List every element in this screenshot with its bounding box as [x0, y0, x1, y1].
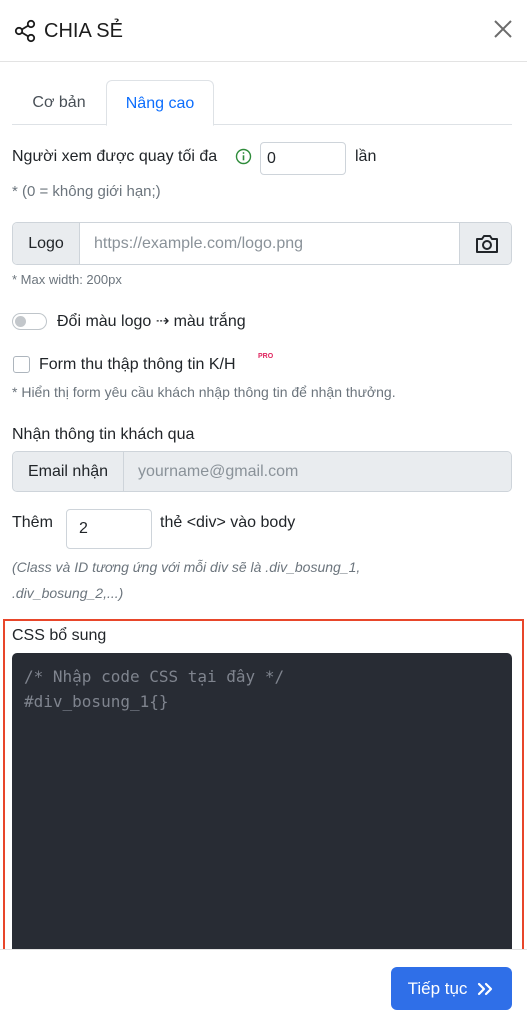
logo-upload-button[interactable]: [459, 223, 511, 264]
continue-button[interactable]: Tiếp tục: [391, 967, 512, 1010]
share-icon: [14, 19, 36, 43]
receive-label: Nhận thông tin khách qua: [12, 426, 195, 443]
max-views-hint: * (0 = không giới hạn;): [12, 183, 161, 200]
tab-basic[interactable]: Cơ bản: [12, 80, 106, 126]
logo-input-group: Logo: [12, 222, 512, 265]
extra-div-hint-1: (Class và ID tương ứng với mỗi div sẽ là…: [12, 559, 361, 575]
extra-div-prefix: Thêm: [12, 514, 53, 531]
lead-form-hint: * Hiển thị form yêu cầu khách nhập thông…: [12, 384, 396, 400]
dialog-title: CHIA SẺ: [44, 20, 123, 42]
camera-icon: [475, 234, 498, 253]
lead-form-checkbox[interactable]: [13, 356, 30, 373]
info-icon[interactable]: [235, 148, 252, 165]
code-line-1: /* Nhập code CSS tại đây */: [24, 667, 285, 686]
email-addon: Email nhận: [13, 452, 124, 491]
lead-form-label: Form thu thập thông tin K/H: [39, 356, 236, 373]
css-code-editor[interactable]: /* Nhập code CSS tại đây */ #div_bosung_…: [12, 653, 512, 949]
max-views-unit: lần: [355, 148, 377, 165]
double-chevron-right-icon: [478, 982, 493, 995]
receive-input-group: Email nhận: [12, 451, 512, 492]
extra-div-suffix: thẻ <div> vào body: [160, 514, 296, 531]
css-label: CSS bổ sung: [12, 627, 107, 644]
email-input[interactable]: [124, 452, 511, 491]
extra-div-count-input[interactable]: [66, 509, 152, 549]
pro-badge: PRO: [258, 353, 274, 360]
tab-advanced[interactable]: Nâng cao: [106, 80, 214, 126]
max-views-input[interactable]: [260, 142, 346, 175]
logo-addon: Logo: [13, 223, 80, 264]
continue-label: Tiếp tục: [407, 978, 468, 998]
logo-white-toggle[interactable]: [12, 313, 47, 330]
close-icon[interactable]: [492, 18, 514, 40]
code-line-2: #div_bosung_1{}: [24, 692, 169, 711]
extra-div-hint-2: .div_bosung_2,...): [12, 585, 124, 601]
dialog-header: CHIA SẺ: [0, 0, 527, 62]
max-views-label: Người xem được quay tối đa: [12, 148, 218, 165]
logo-hint: * Max width: 200px: [12, 272, 122, 287]
tab-bar: Cơ bản Nâng cao: [12, 80, 512, 126]
logo-url-input[interactable]: [80, 223, 459, 264]
toggle-knob: [15, 316, 26, 327]
logo-white-label: Đổi màu logo ⇢ màu trắng: [57, 313, 246, 330]
